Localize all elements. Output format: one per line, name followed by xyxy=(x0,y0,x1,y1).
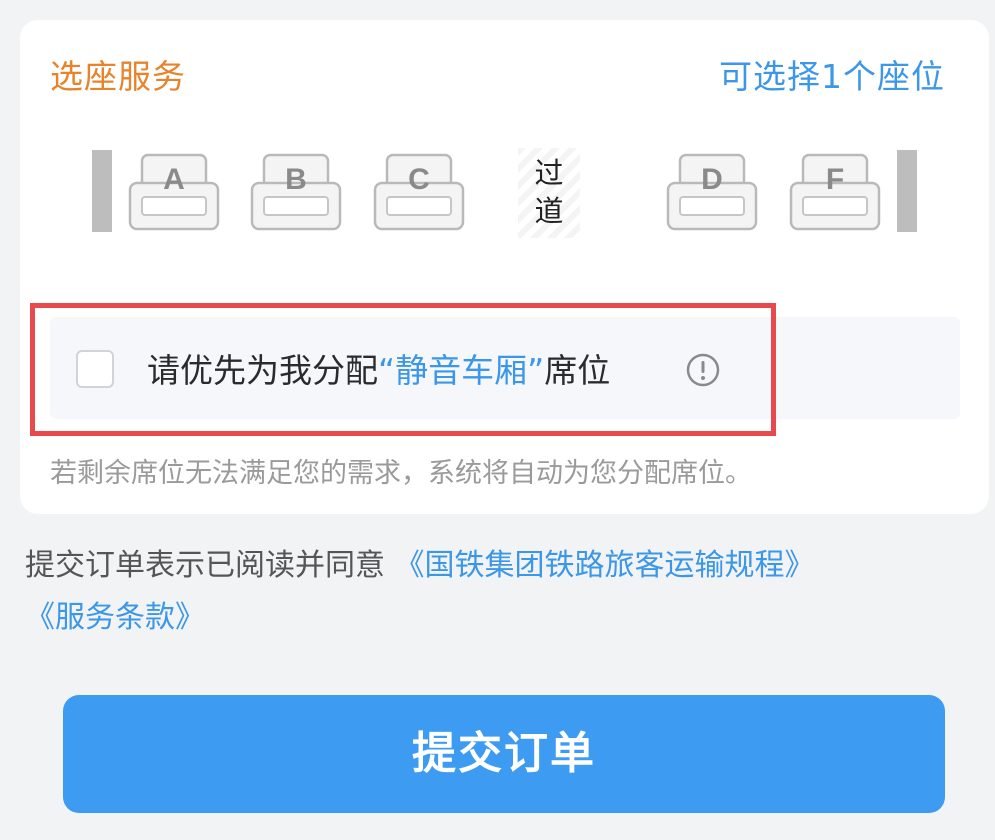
seat-d-button[interactable]: D xyxy=(666,153,758,233)
seat-service-title: 选座服务 xyxy=(50,57,186,96)
aisle-marker: 过 道 xyxy=(518,148,580,238)
submit-order-button[interactable]: 提交订单 xyxy=(63,695,945,813)
aisle-char: 过 xyxy=(534,156,564,190)
seat-b-button[interactable]: B xyxy=(250,153,342,233)
seat-b-label: B xyxy=(285,163,307,196)
annotation-highlight-box xyxy=(30,303,776,436)
seat-a-button[interactable]: A xyxy=(128,153,220,233)
window-wall-right xyxy=(897,150,917,232)
seat-f-button[interactable]: F xyxy=(789,153,881,233)
service-terms-link[interactable]: 《服务条款》 xyxy=(25,600,205,635)
seat-c-label: C xyxy=(408,163,430,196)
seat-a-label: A xyxy=(163,163,185,196)
seat-count-hint: 可选择1个座位 xyxy=(719,57,945,96)
seat-f-label: F xyxy=(825,163,845,196)
fallback-note: 若剩余席位无法满足您的需求，系统将自动为您分配席位。 xyxy=(50,458,752,489)
seat-c-button[interactable]: C xyxy=(373,153,465,233)
seat-d-label: D xyxy=(701,163,723,196)
agreement-prefix: 提交订单表示已阅读并同意 xyxy=(25,548,395,583)
railway-rules-link[interactable]: 《国铁集团铁路旅客运输规程》 xyxy=(395,548,815,583)
aisle-char: 道 xyxy=(534,194,564,228)
agreement-text: 提交订单表示已阅读并同意 《国铁集团铁路旅客运输规程》《服务条款》 xyxy=(25,540,965,644)
window-wall-left xyxy=(92,150,112,232)
